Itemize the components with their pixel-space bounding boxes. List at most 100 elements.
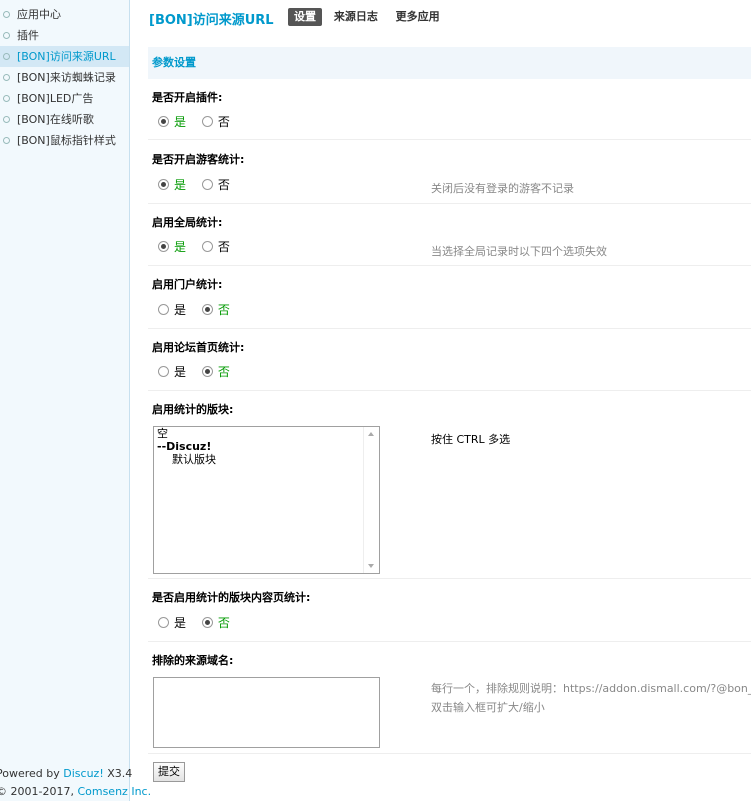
radio-label: 否: [217, 178, 230, 192]
radio-unchecked-icon: [201, 179, 213, 190]
forum-index-stats-no-radio[interactable]: 否: [201, 363, 230, 380]
radio-label: 是: [174, 365, 187, 379]
submit-button[interactable]: 提交: [153, 762, 185, 782]
sidebar-item-label: [BON]访问来源URL: [17, 50, 116, 63]
forum-index-stats-yes-radio[interactable]: 是: [158, 363, 186, 380]
scroll-down-icon[interactable]: [368, 564, 374, 568]
tab-more-apps[interactable]: 更多应用: [390, 8, 446, 26]
portal-stats-radios: 是 否: [158, 301, 242, 318]
forum-option[interactable]: 空: [154, 427, 379, 440]
forum-content-stats-no-radio[interactable]: 否: [201, 614, 230, 631]
radio-checked-icon: [158, 179, 169, 190]
enable-plugin-radios: 是 否: [158, 113, 242, 130]
exclude-domains-label: 排除的来源域名:: [152, 654, 234, 667]
radio-checked-icon: [201, 366, 213, 377]
sidebar-item-app-center[interactable]: 应用中心: [0, 4, 130, 25]
forum-option[interactable]: --Discuz!: [154, 440, 379, 453]
scroll-up-icon[interactable]: [368, 432, 374, 436]
exclude-domains-tip-resize: 双击输入框可扩大/缩小: [431, 701, 545, 714]
sidebar-item-led-ad[interactable]: [BON]LED广告: [0, 88, 130, 109]
radio-label: 否: [217, 240, 230, 254]
sidebar-item-label: [BON]鼠标指针样式: [17, 134, 116, 147]
enable-plugin-yes-radio[interactable]: 是: [158, 113, 186, 130]
bullet-icon: [3, 52, 10, 60]
global-stats-no-radio[interactable]: 否: [201, 238, 230, 255]
radio-unchecked-icon: [158, 304, 169, 315]
divider: [148, 753, 751, 754]
radio-checked-icon: [201, 304, 213, 315]
enable-plugin-no-radio[interactable]: 否: [201, 113, 230, 130]
guest-stats-label: 是否开启游客统计:: [152, 153, 245, 166]
main-content: [BON]访问来源URL 设置 来源日志 更多应用 参数设置 是否开启插件: 是…: [148, 0, 751, 782]
radio-label: 是: [174, 303, 187, 317]
tab-settings[interactable]: 设置: [288, 8, 322, 26]
sidebar-border: [129, 0, 130, 801]
divider: [148, 328, 751, 329]
sidebar-menu: 应用中心 插件 [BON]访问来源URL [BON]来访蜘蛛记录 [BON]LE…: [0, 0, 130, 151]
radio-unchecked-icon: [201, 116, 213, 127]
divider: [148, 641, 751, 642]
sidebar-item-label: 应用中心: [17, 8, 61, 21]
sidebar-item-label: [BON]在线听歌: [17, 113, 94, 126]
guest-stats-no-radio[interactable]: 否: [201, 176, 230, 193]
top-bar: [BON]访问来源URL 设置 来源日志 更多应用: [148, 0, 751, 34]
radio-label: 是: [174, 240, 187, 254]
radio-label: 否: [217, 365, 230, 379]
forum-option[interactable]: 默认版块: [154, 453, 379, 466]
bullet-icon: [3, 10, 10, 18]
portal-stats-label: 启用门户统计:: [152, 278, 223, 291]
powered-by-line: Powered by Discuz! X3.4: [0, 765, 151, 783]
bullet-icon: [3, 115, 10, 123]
bullet-icon: [3, 136, 10, 144]
sidebar-item-plugins[interactable]: 插件: [0, 25, 130, 46]
radio-unchecked-icon: [201, 241, 213, 252]
forum-content-stats-yes-radio[interactable]: 是: [158, 614, 186, 631]
page-title: [BON]访问来源URL: [149, 13, 274, 28]
global-stats-tip: 当选择全局记录时以下四个选项失效: [431, 245, 607, 258]
forum-content-stats-radios: 是 否: [158, 614, 242, 631]
forum-index-stats-radios: 是 否: [158, 363, 242, 380]
listbox-scrollbar[interactable]: [363, 427, 379, 573]
bullet-icon: [3, 94, 10, 102]
divider: [148, 139, 751, 140]
sidebar-item-online-music[interactable]: [BON]在线听歌: [0, 109, 130, 130]
sidebar-footer: Powered by Discuz! X3.4 © 2001-2017, Com…: [0, 765, 151, 801]
version-text: X3.4: [103, 767, 133, 780]
tab-bar: 设置 来源日志 更多应用: [288, 8, 448, 26]
sidebar-item-label: 插件: [17, 29, 39, 42]
divider: [148, 265, 751, 266]
bullet-icon: [3, 73, 10, 81]
forums-tip: 按住 CTRL 多选: [431, 433, 511, 446]
powered-by-text: Powered by: [0, 767, 64, 780]
sidebar-item-visit-source-url[interactable]: [BON]访问来源URL: [0, 46, 130, 67]
comsenz-link[interactable]: Comsenz Inc.: [77, 785, 151, 798]
forums-label: 启用统计的版块:: [152, 403, 234, 416]
exclude-domains-tip: 每行一个，排除规则说明：https://addon.dismall.com/?@…: [431, 682, 751, 695]
divider: [148, 578, 751, 579]
guest-stats-yes-radio[interactable]: 是: [158, 176, 186, 193]
guest-stats-tip: 关闭后没有登录的游客不记录: [431, 182, 574, 195]
sidebar-item-cursor-style[interactable]: [BON]鼠标指针样式: [0, 130, 130, 151]
radio-label: 是: [174, 616, 187, 630]
portal-stats-no-radio[interactable]: 否: [201, 301, 230, 318]
discuz-link[interactable]: Discuz!: [63, 767, 103, 780]
divider: [148, 203, 751, 204]
exclude-domains-textarea[interactable]: [153, 677, 380, 748]
radio-label: 否: [217, 303, 230, 317]
sidebar-item-label: [BON]LED广告: [17, 92, 94, 105]
radio-label: 是: [174, 115, 187, 129]
radio-unchecked-icon: [158, 366, 169, 377]
global-stats-yes-radio[interactable]: 是: [158, 238, 186, 255]
bullet-icon: [3, 31, 10, 39]
forums-multiselect[interactable]: 空 --Discuz! 默认版块: [153, 426, 380, 574]
guest-stats-radios: 是 否: [158, 176, 242, 193]
portal-stats-yes-radio[interactable]: 是: [158, 301, 186, 318]
section-header: 参数设置: [148, 47, 751, 79]
tab-source-log[interactable]: 来源日志: [328, 8, 384, 26]
radio-checked-icon: [158, 116, 169, 127]
forum-index-stats-label: 启用论坛首页统计:: [152, 341, 245, 354]
copyright-line: © 2001-2017, Comsenz Inc.: [0, 783, 151, 801]
sidebar-item-spider-log[interactable]: [BON]来访蜘蛛记录: [0, 67, 130, 88]
radio-label: 是: [174, 178, 187, 192]
forum-content-stats-label: 是否启用统计的版块内容页统计:: [152, 591, 311, 604]
